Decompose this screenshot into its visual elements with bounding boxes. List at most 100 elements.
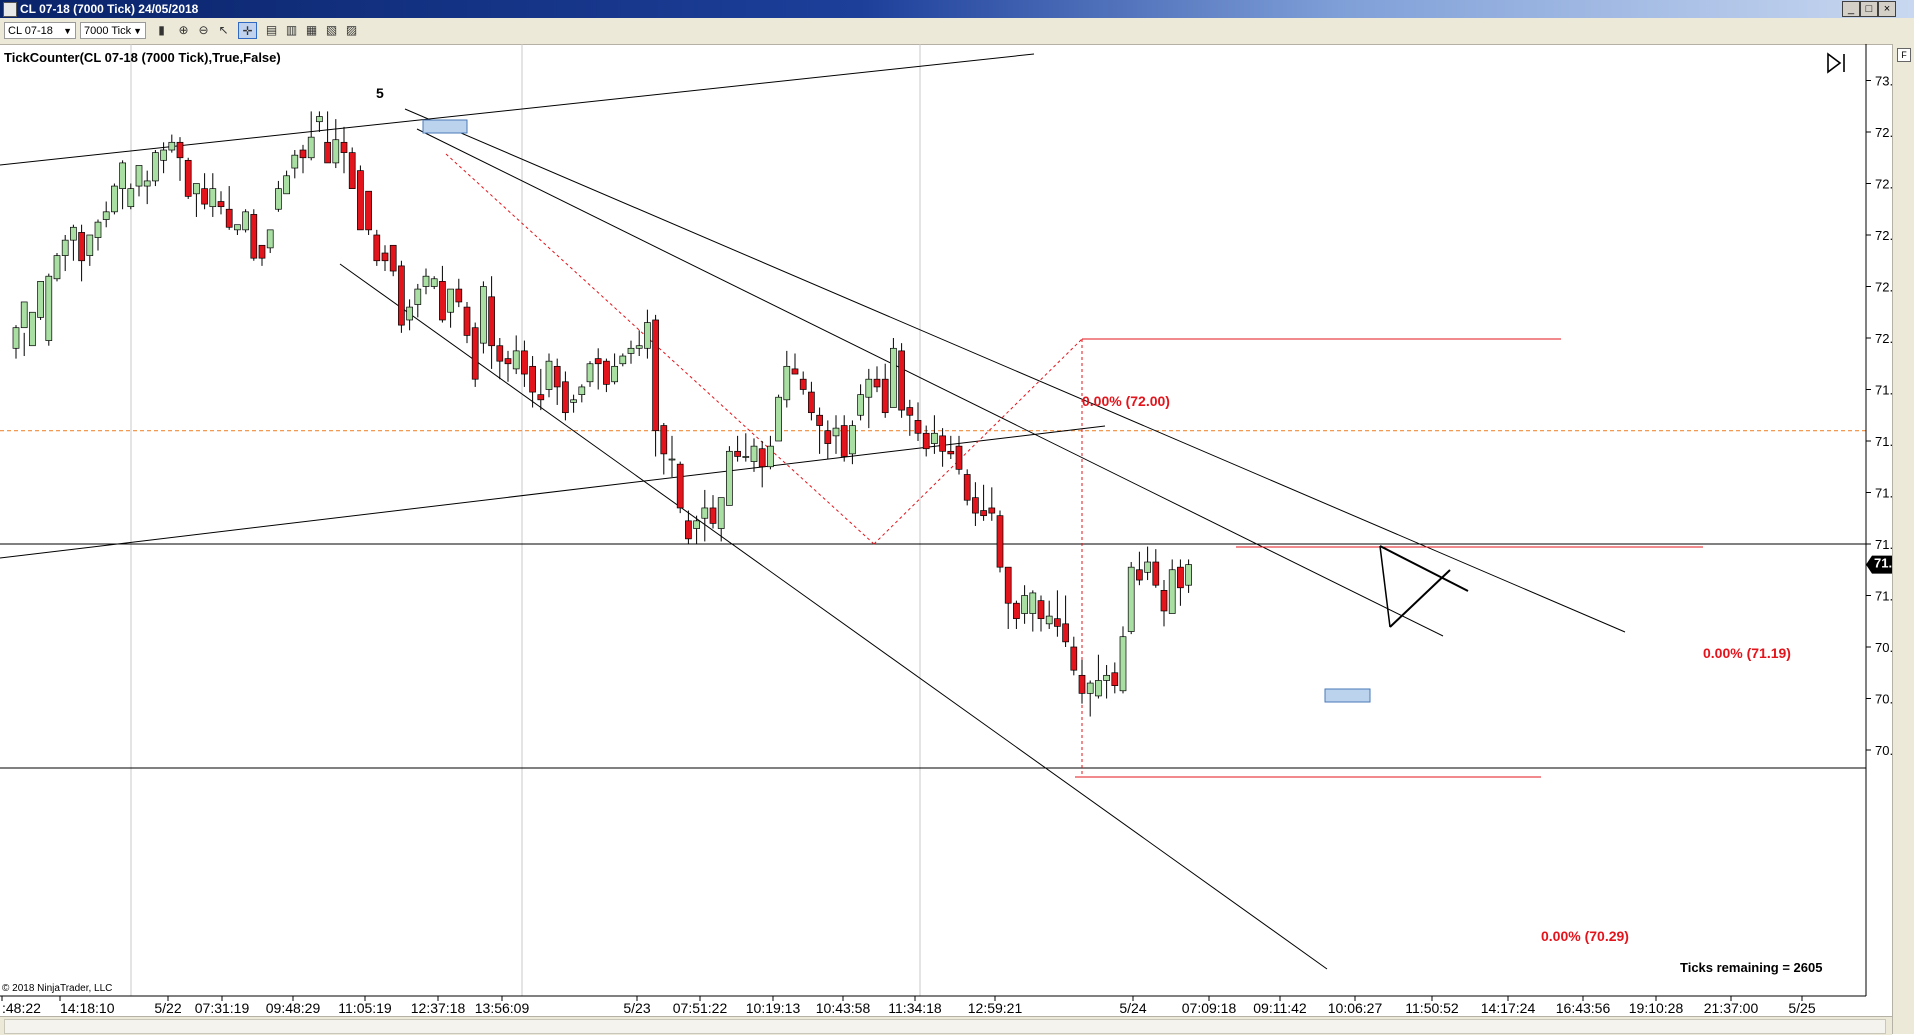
fib-label-bottom: 0.00% (70.29) (1541, 928, 1629, 944)
candle (857, 384, 864, 421)
candle (201, 173, 208, 210)
price-tick-label: 71.20 (1875, 537, 1892, 552)
candle (840, 415, 848, 462)
chart-toolbar: CL 07-18 ▼ 7000 Tick ▼ ▮ ⊕ ⊖ ↖ ✛ ▤ ▥ ▦ ▧… (0, 18, 1914, 45)
time-tick-label: 5/25 (1788, 1000, 1815, 1016)
candle (152, 150, 159, 187)
copyright-label: © 2018 NinjaTrader, LLC (2, 983, 112, 994)
candle (184, 157, 192, 199)
maximize-button[interactable]: □ (1860, 1, 1878, 17)
candle (1111, 662, 1119, 694)
candle (1185, 559, 1192, 593)
candle (389, 244, 397, 277)
candle (586, 361, 594, 387)
candle (111, 183, 118, 215)
candle (225, 186, 233, 230)
candle (947, 435, 955, 460)
candle (955, 435, 963, 475)
drawing-tools-icon[interactable]: ▨ (342, 22, 361, 39)
time-tick-label: 13:56:09 (475, 1000, 530, 1016)
triangle-upper (1379, 545, 1469, 592)
price-chart[interactable]: TickCounter(CL 07-18 (7000 Tick),True,Fa… (0, 44, 1892, 1016)
candle (578, 384, 586, 403)
candle (143, 170, 151, 205)
candle (78, 224, 85, 282)
candle (70, 224, 77, 261)
candle (193, 183, 200, 217)
candle (463, 301, 471, 344)
period-selector[interactable]: 7000 Tick ▼ (80, 22, 146, 39)
instrument-selector[interactable]: CL 07-18 ▼ (4, 22, 76, 39)
candle (135, 165, 143, 197)
candle (45, 273, 53, 346)
time-tick-label: 09:11:42 (1253, 1000, 1307, 1016)
properties-icon[interactable]: ▧ (322, 22, 341, 39)
app-icon (3, 2, 17, 17)
candle (119, 160, 126, 210)
close-button[interactable]: × (1878, 1, 1896, 17)
candle (266, 229, 274, 254)
candle (668, 435, 676, 478)
candle (849, 420, 856, 465)
price-tick-label: 71.60 (1875, 434, 1892, 449)
candle (783, 350, 791, 408)
candle (537, 368, 545, 411)
candle (447, 288, 454, 328)
bar-type-icon[interactable]: ▮ (152, 22, 171, 39)
candle (217, 191, 225, 215)
candle (972, 482, 979, 526)
candle (250, 209, 258, 261)
candle (291, 150, 299, 179)
candle (767, 435, 774, 470)
candle (365, 190, 372, 235)
price-tick-label: 71.80 (1875, 383, 1892, 398)
price-tick-label: 70.80 (1875, 640, 1892, 655)
candle (307, 111, 315, 161)
candle (348, 147, 356, 189)
candle (422, 268, 430, 295)
data-box-icon[interactable]: ▤ (262, 22, 281, 39)
candle (94, 219, 102, 251)
minimize-button[interactable]: _ (1842, 1, 1860, 17)
zoom-out-icon[interactable]: ⊖ (194, 22, 213, 39)
candle (168, 134, 176, 153)
candle (61, 235, 69, 272)
candle (127, 183, 135, 210)
candle (414, 283, 422, 318)
time-tick-label: 09:48:29 (266, 1000, 321, 1016)
candle (406, 299, 413, 331)
candle (570, 394, 577, 413)
strategies-icon[interactable]: ▦ (302, 22, 321, 39)
skip-to-end-icon[interactable] (1827, 52, 1845, 74)
zoom-in-icon[interactable]: ⊕ (174, 22, 193, 39)
candle (881, 363, 889, 418)
candle (283, 170, 290, 195)
candle (619, 353, 627, 367)
candle (635, 330, 643, 357)
price-tick-label: 70.40 (1875, 743, 1892, 758)
price-tick-label: 73.00 (1875, 74, 1892, 89)
time-tick-label: 11:34:18 (888, 1000, 942, 1016)
time-tick-label: 19:10:28 (1629, 1000, 1684, 1016)
candle (996, 510, 1004, 573)
window-title: CL 07-18 (7000 Tick) 24/05/2018 (20, 2, 199, 16)
price-tick-label: 72.20 (1875, 280, 1892, 295)
time-tick-label: 5/22 (154, 1000, 181, 1016)
time-tick-label: 5/23 (623, 1000, 650, 1016)
candle (1160, 580, 1168, 627)
time-tick-label: 12:37:18 (411, 1000, 466, 1016)
horizontal-scrollbar[interactable] (4, 1019, 1886, 1034)
crosshair-icon[interactable]: ✛ (238, 22, 257, 39)
candle (594, 348, 602, 390)
fib-label-top: 0.00% (72.00) (1082, 393, 1170, 409)
candle (332, 119, 340, 169)
pin-icon[interactable]: F (1897, 48, 1911, 62)
candle (1004, 566, 1012, 629)
candle (1021, 585, 1028, 624)
period-label: 7000 Tick (84, 25, 132, 37)
zigzag-down-1 (445, 153, 875, 545)
price-tick-label: 71.00 (1875, 589, 1892, 604)
pointer-icon[interactable]: ↖ (214, 22, 233, 39)
indicators-icon[interactable]: ▥ (282, 22, 301, 39)
candle (242, 209, 249, 233)
